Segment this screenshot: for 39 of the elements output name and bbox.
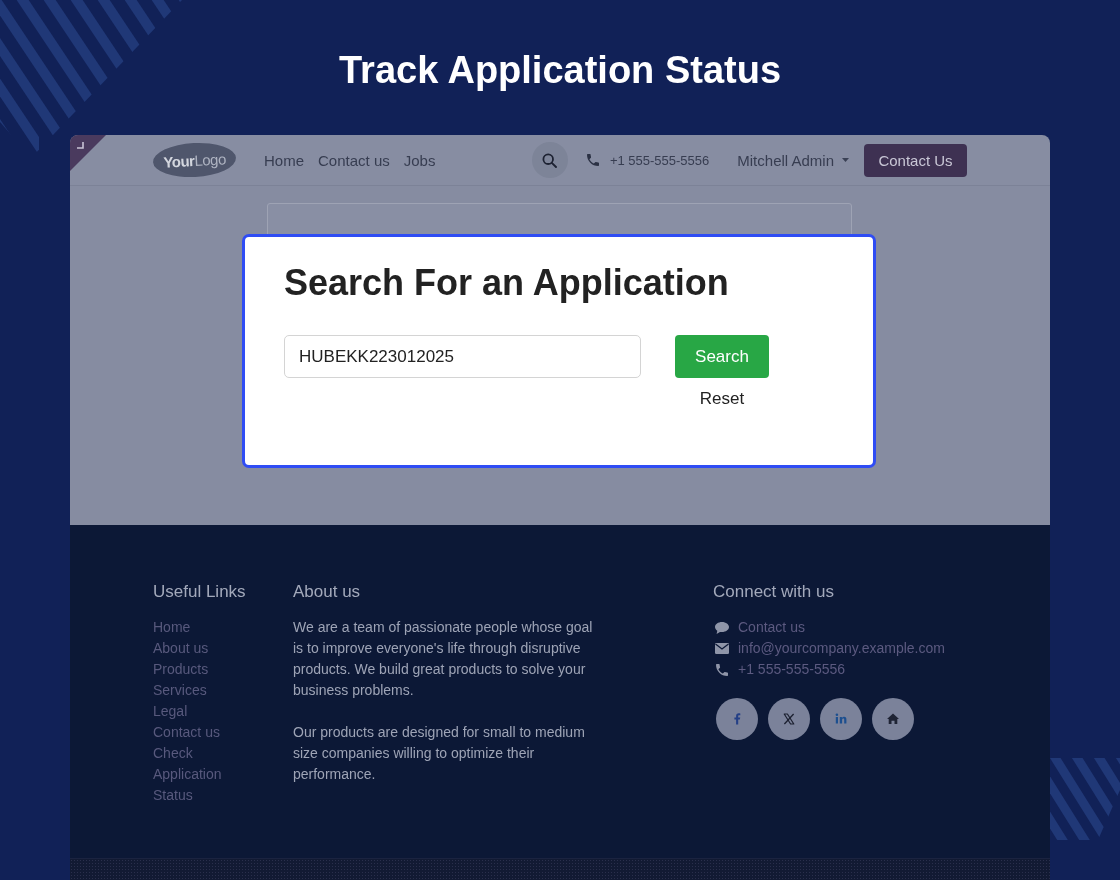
nav-link[interactable]: Contact us [318,151,390,169]
search-icon [542,152,558,168]
footer-link[interactable]: Services [153,680,207,701]
user-menu[interactable]: Mitchell Admin [737,151,849,169]
footer-link[interactable]: Legal [153,701,188,722]
dialog-title: Search For an Application [284,261,729,304]
about-paragraph: Our products are designed for small to medium size companies willing to optimize their performance. [293,723,586,784]
footer-link[interactable]: Home [153,617,191,638]
linkedin-icon[interactable] [820,698,862,740]
contact-us-button[interactable]: Contact Us [864,143,967,177]
phone-link[interactable]: +1 555-555-5556 [586,152,710,168]
about-paragraph: We are a team of passionate people whose goal is to improve everyone's life through disruptive products. We build great products to solve your business problems. [293,618,594,700]
footer-link[interactable]: Products [153,659,209,680]
chat-bubble-icon [715,621,729,634]
page-title: Track Application Status [339,48,781,93]
nav-link[interactable]: Jobs [403,151,436,169]
search-button[interactable]: Search [675,335,769,378]
footer-link[interactable]: Contact us [153,722,220,743]
contact-link[interactable]: info@yourcompany.example.com [738,638,945,659]
site-logo[interactable]: YourLogo [152,140,237,180]
phone-icon [586,154,599,166]
footer-link[interactable]: About us [153,638,209,659]
footer-heading: Connect with us [713,581,834,603]
footer-heading: Useful Links [153,581,246,603]
reset-link[interactable]: Reset [699,388,745,410]
contact-link[interactable]: Contact us [738,617,805,638]
nav-link[interactable]: Home [264,151,304,169]
facebook-icon[interactable] [716,698,758,740]
search-field[interactable]: HUBEKK223012025 [284,335,641,378]
contact-link[interactable]: +1 555-555-5556 [738,659,846,680]
x-logo-icon[interactable] [768,698,810,740]
caret-icon [842,158,849,162]
search-button[interactable] [531,142,568,178]
phone-icon [715,663,729,676]
home-icon[interactable] [872,698,914,740]
footer-link[interactable]: Check Application Status [153,743,253,806]
envelope-icon [715,643,729,654]
corner-toggle-icon[interactable] [70,135,106,171]
footer-heading: About us [293,581,361,603]
